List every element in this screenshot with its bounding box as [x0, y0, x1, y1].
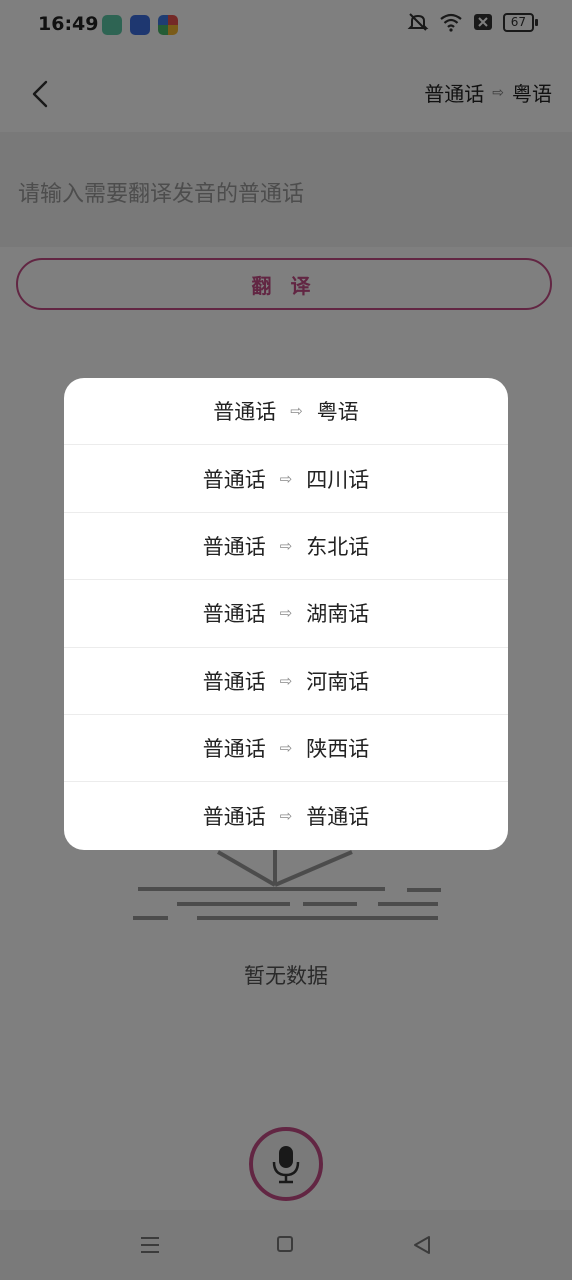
- arrow-icon: ⇨: [279, 604, 293, 623]
- option-to: 陕西话: [306, 737, 370, 762]
- option-to: 四川话: [306, 467, 370, 492]
- option-from: 普通话: [202, 467, 266, 492]
- option-from: 普通话: [202, 669, 266, 694]
- language-option[interactable]: 普通话 ⇨ 东北话: [64, 513, 508, 581]
- option-from: 普通话: [202, 602, 266, 627]
- arrow-icon: ⇨: [279, 671, 293, 690]
- arrow-icon: ⇨: [279, 536, 293, 555]
- arrow-icon: ⇨: [290, 402, 303, 421]
- option-to: 普通话: [306, 805, 370, 830]
- language-picker-dialog: 普通话 ⇨ 粤语 普通话 ⇨ 四川话 普通话 ⇨ 东北话 普通话 ⇨ 湖南话 普…: [64, 378, 508, 850]
- arrow-icon: ⇨: [279, 807, 293, 826]
- option-from: 普通话: [202, 737, 266, 762]
- language-option[interactable]: 普通话 ⇨ 四川话: [64, 445, 508, 513]
- option-to: 东北话: [306, 534, 370, 559]
- option-from: 普通话: [202, 534, 266, 559]
- option-to: 河南话: [306, 669, 370, 694]
- option-to: 湖南话: [306, 602, 370, 627]
- language-option[interactable]: 普通话 ⇨ 陕西话: [64, 715, 508, 783]
- arrow-icon: ⇨: [279, 469, 293, 488]
- language-option[interactable]: 普通话 ⇨ 粤语: [64, 378, 508, 446]
- option-from: 普通话: [202, 805, 266, 830]
- language-option[interactable]: 普通话 ⇨ 河南话: [64, 648, 508, 715]
- language-option[interactable]: 普通话 ⇨ 普通话: [64, 782, 508, 849]
- option-from: 普通话: [213, 400, 277, 425]
- language-option[interactable]: 普通话 ⇨ 湖南话: [64, 580, 508, 648]
- option-to: 粤语: [316, 400, 359, 425]
- arrow-icon: ⇨: [279, 739, 293, 758]
